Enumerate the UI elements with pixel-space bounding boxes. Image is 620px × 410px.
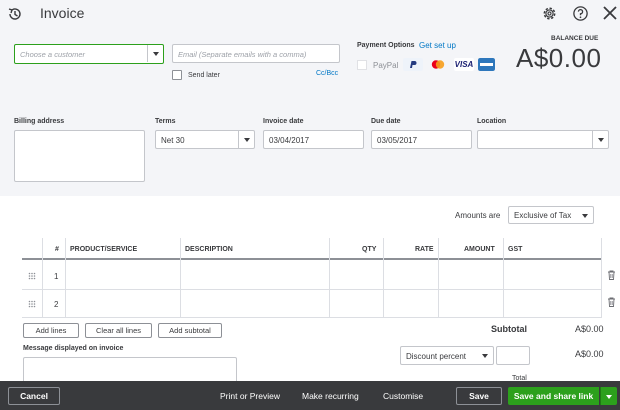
paypal-label: PayPal <box>373 61 399 70</box>
row-number: 2 <box>54 300 59 309</box>
trash-icon[interactable] <box>607 297 616 307</box>
customer-placeholder: Choose a customer <box>20 50 86 59</box>
close-icon[interactable] <box>601 4 619 22</box>
due-date-value: 03/05/2017 <box>377 136 418 145</box>
invoice-date-input[interactable]: 03/04/2017 <box>263 130 364 149</box>
email-placeholder: Email (Separate emails with a comma) <box>178 50 307 59</box>
save-and-share-link-button[interactable]: Save and share link <box>508 387 599 405</box>
chevron-down-icon[interactable] <box>600 387 617 405</box>
discount-type-value: Discount percent <box>406 352 467 361</box>
drag-handle-icon[interactable] <box>28 300 36 308</box>
col-amount: AMOUNT <box>464 246 495 253</box>
location-select[interactable] <box>477 130 609 149</box>
terms-select[interactable]: Net 30 <box>155 130 255 149</box>
trash-icon[interactable] <box>607 270 616 280</box>
table-header: # PRODUCT/SERVICE DESCRIPTION QTY RATE A… <box>22 238 602 260</box>
table-row[interactable]: 1 <box>22 262 602 290</box>
amounts-are-value: Exclusive of Tax <box>514 211 572 220</box>
location-label: Location <box>477 118 507 125</box>
discount-type-select[interactable]: Discount percent <box>400 346 494 365</box>
column-divider <box>503 238 504 318</box>
cc-bcc-link[interactable]: Cc/Bcc <box>316 70 338 77</box>
email-input[interactable]: Email (Separate emails with a comma) <box>172 44 340 63</box>
make-recurring-link[interactable]: Make recurring <box>302 391 359 401</box>
terms-value: Net 30 <box>161 136 185 145</box>
add-lines-button[interactable]: Add lines <box>23 323 79 338</box>
customise-link[interactable]: Customise <box>383 391 423 401</box>
column-divider <box>65 238 66 318</box>
clear-all-lines-button[interactable]: Clear all lines <box>85 323 152 338</box>
billing-address-input[interactable] <box>14 130 145 182</box>
col-number: # <box>55 246 59 253</box>
column-divider <box>180 238 181 318</box>
chevron-down-icon[interactable] <box>238 131 254 148</box>
cancel-button[interactable]: Cancel <box>8 387 60 405</box>
page-title: Invoice <box>40 5 85 21</box>
due-date-label: Due date <box>371 118 401 125</box>
amounts-are-select[interactable]: Exclusive of Tax <box>508 206 594 224</box>
send-later-label: Send later <box>188 72 220 79</box>
customer-select[interactable]: Choose a customer <box>14 44 164 64</box>
row-number: 1 <box>54 272 59 281</box>
message-label: Message displayed on invoice <box>23 345 124 352</box>
col-gst: GST <box>508 246 523 253</box>
column-divider <box>42 238 43 318</box>
mastercard-icon <box>428 58 448 71</box>
add-subtotal-button[interactable]: Add subtotal <box>158 323 222 338</box>
get-set-up-link[interactable]: Get set up <box>419 41 456 50</box>
paypal-checkbox[interactable] <box>357 60 367 70</box>
payment-options-label: Payment Options <box>357 42 415 49</box>
print-preview-link[interactable]: Print or Preview <box>220 391 280 401</box>
balance-due-value: A$0.00 <box>516 43 602 73</box>
invoice-date-value: 03/04/2017 <box>269 136 310 145</box>
gear-icon[interactable] <box>541 5 558 22</box>
history-icon[interactable] <box>6 5 24 23</box>
subtotal-label: Subtotal <box>491 324 527 334</box>
header-bar: Invoice <box>0 0 620 28</box>
amounts-are-label: Amounts are <box>455 211 501 220</box>
save-button[interactable]: Save <box>456 387 502 405</box>
column-divider <box>329 238 330 318</box>
col-qty: QTY <box>362 246 377 253</box>
footer-bar: Cancel Print or Preview Make recurring C… <box>0 381 620 410</box>
terms-label: Terms <box>155 118 176 125</box>
help-icon[interactable] <box>572 5 589 22</box>
column-divider <box>383 238 384 318</box>
chevron-down-icon[interactable] <box>577 207 593 223</box>
amex-card-icon <box>478 58 495 71</box>
chevron-down-icon[interactable] <box>477 347 493 364</box>
invoice-date-label: Invoice date <box>263 118 304 125</box>
column-divider <box>438 238 439 318</box>
table-row[interactable]: 2 <box>22 290 602 318</box>
balance-due-label: BALANCE DUE <box>551 35 599 42</box>
column-divider <box>601 238 602 318</box>
visa-card-icon: VISA <box>454 58 474 71</box>
billing-address-label: Billing address <box>14 118 65 125</box>
chevron-down-icon[interactable] <box>592 131 608 148</box>
drag-handle-icon[interactable] <box>28 272 36 280</box>
col-rate: RATE <box>415 246 434 253</box>
col-product-service: PRODUCT/SERVICE <box>70 246 138 253</box>
discount-input[interactable] <box>496 346 530 365</box>
paypal-card-icon <box>403 58 423 71</box>
col-description: DESCRIPTION <box>185 246 233 253</box>
subtotal-value: A$0.00 <box>575 324 604 334</box>
chevron-down-icon[interactable] <box>147 45 163 62</box>
send-later-checkbox[interactable] <box>172 70 182 80</box>
discount-value: A$0.00 <box>575 349 604 359</box>
invoice-header-form: Choose a customer Email (Separate emails… <box>0 28 620 196</box>
due-date-input[interactable]: 03/05/2017 <box>371 130 472 149</box>
